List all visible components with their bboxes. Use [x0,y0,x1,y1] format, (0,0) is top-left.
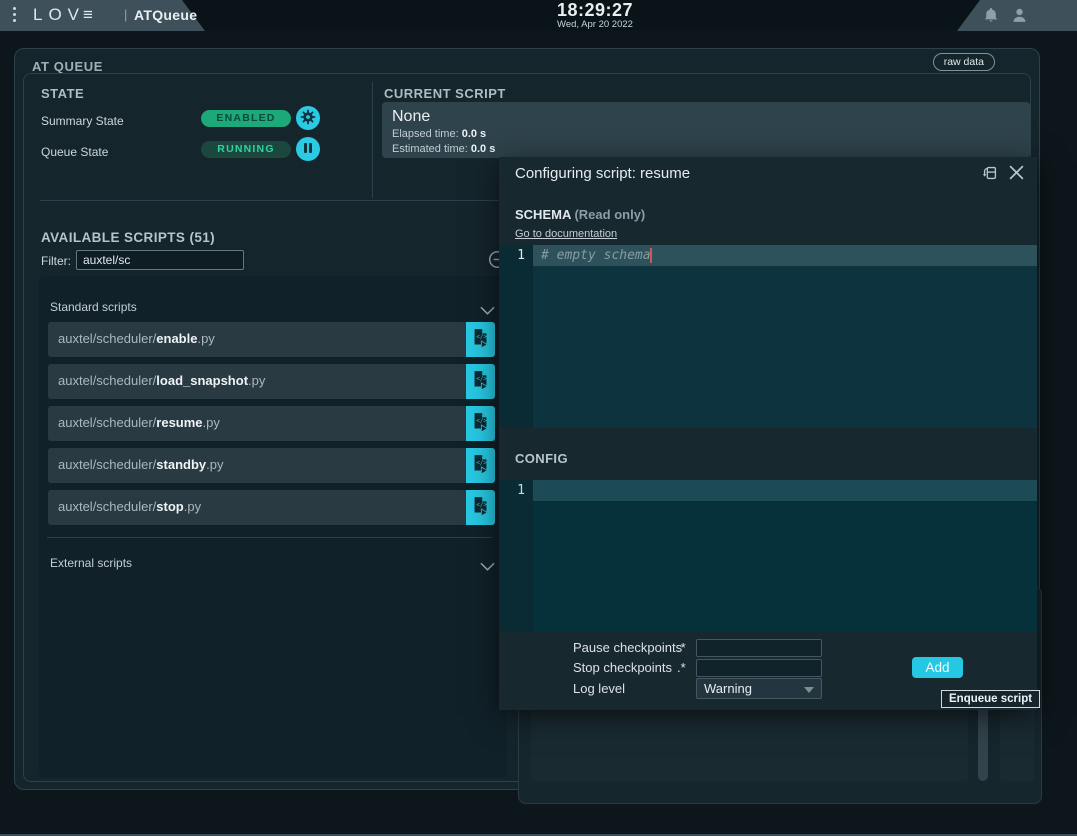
svg-text:</>: </> [476,417,487,424]
configure-script-modal: Configuring script: resume SCHEMA (Read … [499,157,1037,710]
state-section-title: STATE [41,86,84,101]
standard-scripts-label: Standard scripts [50,300,137,314]
pause-checkpoints-input[interactable] [696,639,822,657]
script-path: auxtel/scheduler/standby.py [58,457,223,472]
schema-cursor [650,248,652,263]
atqueue-view: LOV≡ | ATQueue 18:29:27 Wed, Apr 20 2022 [0,0,1077,836]
clock-time: 18:29:27 [519,1,671,20]
script-row-standby: auxtel/scheduler/standby.py </> [48,448,495,483]
svg-text:</>: </> [476,333,487,340]
raw-data-button[interactable]: raw data [933,53,995,71]
log-level-value: Warning [704,681,752,696]
chevron-down-icon [480,558,495,576]
script-row-resume: auxtel/scheduler/resume.py </> [48,406,495,441]
love-logo: LOV≡ [33,5,93,25]
configure-script-button[interactable]: </> [466,448,495,483]
stop-checkpoints-label: Stop checkpoints [573,660,672,675]
script-row-enable: auxtel/scheduler/enable.py </> [48,322,495,357]
stop-checkpoints-input[interactable] [696,659,822,677]
clock-date: Wed, Apr 20 2022 [519,20,671,30]
top-bar: LOV≡ | ATQueue 18:29:27 Wed, Apr 20 2022 [0,0,1077,31]
script-file-icon: </> [472,454,489,478]
filter-input[interactable] [76,250,244,270]
pause-icon [302,142,314,157]
config-line-number: 1 [499,480,525,501]
config-section-title: CONFIG [515,451,568,466]
config-active-line [533,480,1037,501]
close-modal-button[interactable] [1008,164,1025,184]
scripts-list-panel: Standard scripts auxtel/scheduler/enable… [39,276,507,778]
stop-checkpoints-hint: .* [677,660,686,675]
queue-state-badge: RUNNING [201,141,291,158]
summary-state-gear-button[interactable] [296,106,320,130]
script-row-stop: auxtel/scheduler/stop.py </> [48,490,495,525]
gear-icon [300,109,316,128]
select-caret-icon [804,687,814,693]
script-file-icon: </> [472,370,489,394]
user-icon[interactable] [1010,6,1029,25]
schema-section-title: SCHEMA (Read only) [515,207,645,222]
elapsed-time: Elapsed time: 0.0 s [392,127,1020,142]
svg-text:</>: </> [476,501,487,508]
clock: 18:29:27 Wed, Apr 20 2022 [519,1,671,30]
configure-script-button[interactable]: </> [466,406,495,441]
schema-editor: 1 # empty schema [499,245,1037,428]
logo-separator: | [124,7,127,22]
script-file-icon: </> [472,496,489,520]
queue-pause-button[interactable] [296,137,320,161]
svg-text:</>: </> [476,375,487,382]
script-file-icon: </> [472,328,489,352]
script-path: auxtel/scheduler/load_snapshot.py [58,373,265,388]
app-title: ATQueue [134,7,197,23]
standard-scripts-header[interactable]: Standard scripts [39,298,507,318]
filter-label: Filter: [41,254,71,268]
configure-script-button[interactable]: </> [466,322,495,357]
section-divider [40,200,506,201]
detach-button[interactable] [981,164,999,185]
configure-script-button[interactable]: </> [466,364,495,399]
summary-state-badge: ENABLED [201,110,291,127]
notifications-bell-icon[interactable] [982,6,1000,25]
scripts-group-divider [47,537,492,538]
log-level-select[interactable]: Warning [696,678,822,699]
svg-text:</>: </> [476,459,487,466]
current-script-title: CURRENT SCRIPT [384,86,506,101]
script-path: auxtel/scheduler/stop.py [58,499,201,514]
schema-line-number: 1 [499,245,525,266]
config-editor[interactable]: 1 [499,480,1037,632]
add-button[interactable]: Add [912,657,963,678]
summary-state-label: Summary State [41,114,124,128]
panel-title: AT QUEUE [32,59,103,74]
close-icon [1008,169,1025,184]
detach-icon [981,170,999,185]
config-gutter [499,480,533,632]
menu-kebab-icon[interactable] [13,7,16,22]
schema-code: # empty schema [541,245,651,266]
external-scripts-header[interactable]: External scripts [39,554,507,574]
current-script-name: None [392,107,1020,127]
queue-state-label: Queue State [41,145,108,159]
chevron-down-icon [480,302,495,320]
external-scripts-label: External scripts [50,556,132,570]
current-script-card: None Elapsed time: 0.0 s Estimated time:… [382,102,1030,158]
available-scripts-title: AVAILABLE SCRIPTS (51) [41,230,215,245]
documentation-link[interactable]: Go to documentation [515,228,617,240]
modal-title: Configuring script: resume [515,165,690,182]
pause-checkpoints-hint: .* [677,640,686,655]
script-path: auxtel/scheduler/resume.py [58,415,220,430]
configure-script-button[interactable]: </> [466,490,495,525]
schema-gutter [499,245,533,428]
script-file-icon: </> [472,412,489,436]
estimated-time: Estimated time: 0.0 s [392,142,1020,157]
state-current-divider [372,82,373,198]
enqueue-script-tooltip: Enqueue script [941,690,1040,708]
log-level-label: Log level [573,681,625,696]
script-row-load-snapshot: auxtel/scheduler/load_snapshot.py </> [48,364,495,399]
script-path: auxtel/scheduler/enable.py [58,331,215,346]
pause-checkpoints-label: Pause checkpoints [573,640,682,655]
